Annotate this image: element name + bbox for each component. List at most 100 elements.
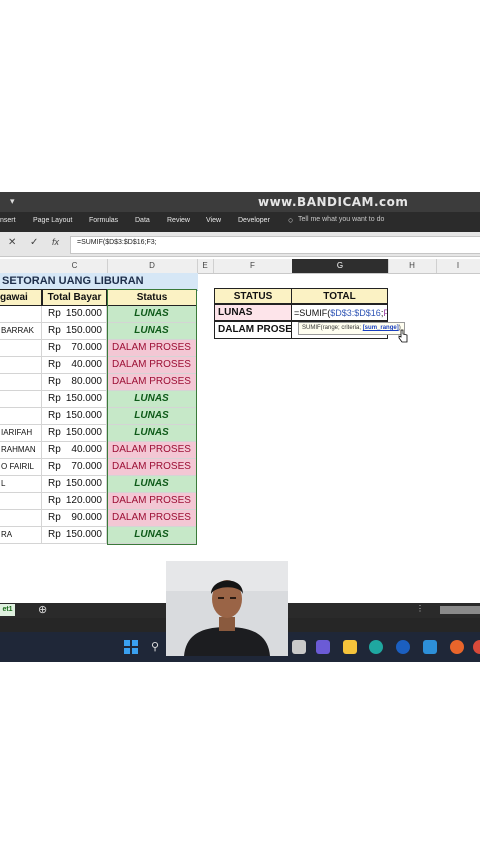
sheet-tab-active[interactable]: et1 <box>0 604 15 616</box>
summary-header-total[interactable]: TOTAL <box>291 288 388 304</box>
status-cell[interactable]: DALAM PROSES <box>107 442 197 459</box>
currency-label: Rp <box>48 495 61 506</box>
tab-view[interactable]: View <box>206 217 221 224</box>
search-icon[interactable]: ⚲ <box>151 640 165 654</box>
tab-page-layout[interactable]: Page Layout <box>33 217 72 224</box>
status-cell[interactable]: DALAM PROSES <box>107 340 197 357</box>
recording-watermark: www.BANDICAM.com <box>258 195 409 209</box>
teams-icon[interactable] <box>316 640 330 654</box>
amount-cell[interactable]: Rp 150.000 <box>42 425 107 442</box>
column-header-g[interactable]: G <box>292 259 389 273</box>
status-cell[interactable]: LUNAS <box>107 408 197 425</box>
summary-header-status[interactable]: STATUS <box>214 288 292 304</box>
status-cell[interactable]: LUNAS <box>107 425 197 442</box>
currency-label: Rp <box>48 376 61 387</box>
currency-label: Rp <box>48 308 61 319</box>
currency-label: Rp <box>48 478 61 489</box>
status-cell[interactable]: DALAM PROSES <box>107 374 197 391</box>
status-cell[interactable]: LUNAS <box>107 527 197 544</box>
amount-cell[interactable]: Rp 120.000 <box>42 493 107 510</box>
amount-value: 40.000 <box>71 444 102 455</box>
status-cell[interactable]: LUNAS <box>107 391 197 408</box>
horizontal-scrollbar[interactable] <box>440 606 480 614</box>
amount-cell[interactable]: Rp 150.000 <box>42 391 107 408</box>
column-header-h[interactable]: H <box>388 259 437 273</box>
amount-cell[interactable]: Rp 150.000 <box>42 476 107 493</box>
status-cell[interactable]: LUNAS <box>107 323 197 340</box>
tab-review[interactable]: Review <box>167 217 190 224</box>
formula-text: =SUMIF($D$3:$D$16;F3; <box>77 239 157 246</box>
name-cell[interactable] <box>0 374 42 391</box>
tab-insert[interactable]: nsert <box>0 217 16 224</box>
currency-label: Rp <box>48 359 61 370</box>
currency-label: Rp <box>48 325 61 336</box>
amount-cell[interactable]: Rp 70.000 <box>42 459 107 476</box>
tab-developer[interactable]: Developer <box>238 217 270 224</box>
mail-icon[interactable] <box>423 640 437 654</box>
name-cell[interactable] <box>0 391 42 408</box>
column-header-d[interactable]: D <box>107 259 198 273</box>
close-icon[interactable]: ✕ <box>8 237 16 248</box>
fx-icon[interactable]: fx <box>52 237 59 247</box>
summary-formula-cell[interactable]: =SUMIF($D$3:$D$16;F3; <box>291 304 388 321</box>
amount-value: 150.000 <box>65 427 102 438</box>
tab-formulas[interactable]: Formulas <box>89 217 118 224</box>
amount-cell[interactable]: Rp 90.000 <box>42 510 107 527</box>
header-status[interactable]: Status <box>107 289 197 306</box>
file-explorer-icon[interactable] <box>292 640 306 654</box>
status-cell[interactable]: DALAM PROSES <box>107 357 197 374</box>
name-cell[interactable]: IARIFAH <box>0 425 42 442</box>
name-cell[interactable]: O FAIRIL <box>0 459 42 476</box>
name-cell[interactable] <box>0 357 42 374</box>
summary-label-proses[interactable]: DALAM PROSES <box>214 321 292 339</box>
column-header-f[interactable]: F <box>213 259 293 273</box>
column-header-i[interactable]: I <box>436 259 480 273</box>
name-cell[interactable]: L <box>0 476 42 493</box>
status-cell[interactable]: LUNAS <box>107 306 197 323</box>
currency-label: Rp <box>48 410 61 421</box>
check-icon[interactable]: ✓ <box>30 237 38 248</box>
amount-cell[interactable]: Rp 40.000 <box>42 442 107 459</box>
chrome-icon[interactable] <box>473 640 480 654</box>
currency-label: Rp <box>48 461 61 472</box>
firefox-icon[interactable] <box>450 640 464 654</box>
folder-icon[interactable] <box>343 640 357 654</box>
amount-cell[interactable]: Rp 80.000 <box>42 374 107 391</box>
amount-cell[interactable]: Rp 150.000 <box>42 306 107 323</box>
name-cell[interactable]: RA <box>0 527 42 544</box>
name-cell[interactable] <box>0 493 42 510</box>
tell-me-search[interactable]: Tell me what you want to do <box>298 216 384 223</box>
amount-cell[interactable]: Rp 150.000 <box>42 527 107 544</box>
amount-cell[interactable]: Rp 70.000 <box>42 340 107 357</box>
amount-value: 150.000 <box>65 478 102 489</box>
summary-label-lunas[interactable]: LUNAS <box>214 304 292 321</box>
amount-cell[interactable]: Rp 150.000 <box>42 408 107 425</box>
name-cell[interactable] <box>0 340 42 357</box>
amount-value: 70.000 <box>71 461 102 472</box>
amount-value: 150.000 <box>65 325 102 336</box>
name-cell[interactable] <box>0 408 42 425</box>
plus-circle-icon[interactable]: ⊕ <box>38 603 47 616</box>
amount-cell[interactable]: Rp 40.000 <box>42 357 107 374</box>
name-cell[interactable]: RAHMAN <box>0 442 42 459</box>
tab-data[interactable]: Data <box>135 217 150 224</box>
hp-icon[interactable] <box>396 640 410 654</box>
status-cell[interactable]: DALAM PROSES <box>107 493 197 510</box>
edge-icon[interactable] <box>369 640 383 654</box>
amount-cell[interactable]: Rp 150.000 <box>42 323 107 340</box>
status-cell[interactable]: DALAM PROSES <box>107 459 197 476</box>
name-cell[interactable] <box>0 510 42 527</box>
name-cell[interactable]: BARRAK <box>0 323 42 340</box>
pin-icon[interactable]: ▾ <box>10 196 15 207</box>
status-cell[interactable]: LUNAS <box>107 476 197 493</box>
scroll-handle-icon[interactable]: ⋮ <box>416 604 424 613</box>
name-cell[interactable] <box>0 306 42 323</box>
column-header-c[interactable]: C <box>42 259 108 273</box>
windows-start-icon[interactable] <box>124 640 138 654</box>
header-name[interactable]: gawai <box>0 289 42 306</box>
column-header-e[interactable]: E <box>197 259 214 273</box>
header-total[interactable]: Total Bayar <box>42 289 107 306</box>
status-cell[interactable]: DALAM PROSES <box>107 510 197 527</box>
function-tooltip[interactable]: SUMIF(range; criteria; [sum_range]) <box>298 322 405 335</box>
tooltip-active-arg[interactable]: [sum_range] <box>363 325 399 331</box>
